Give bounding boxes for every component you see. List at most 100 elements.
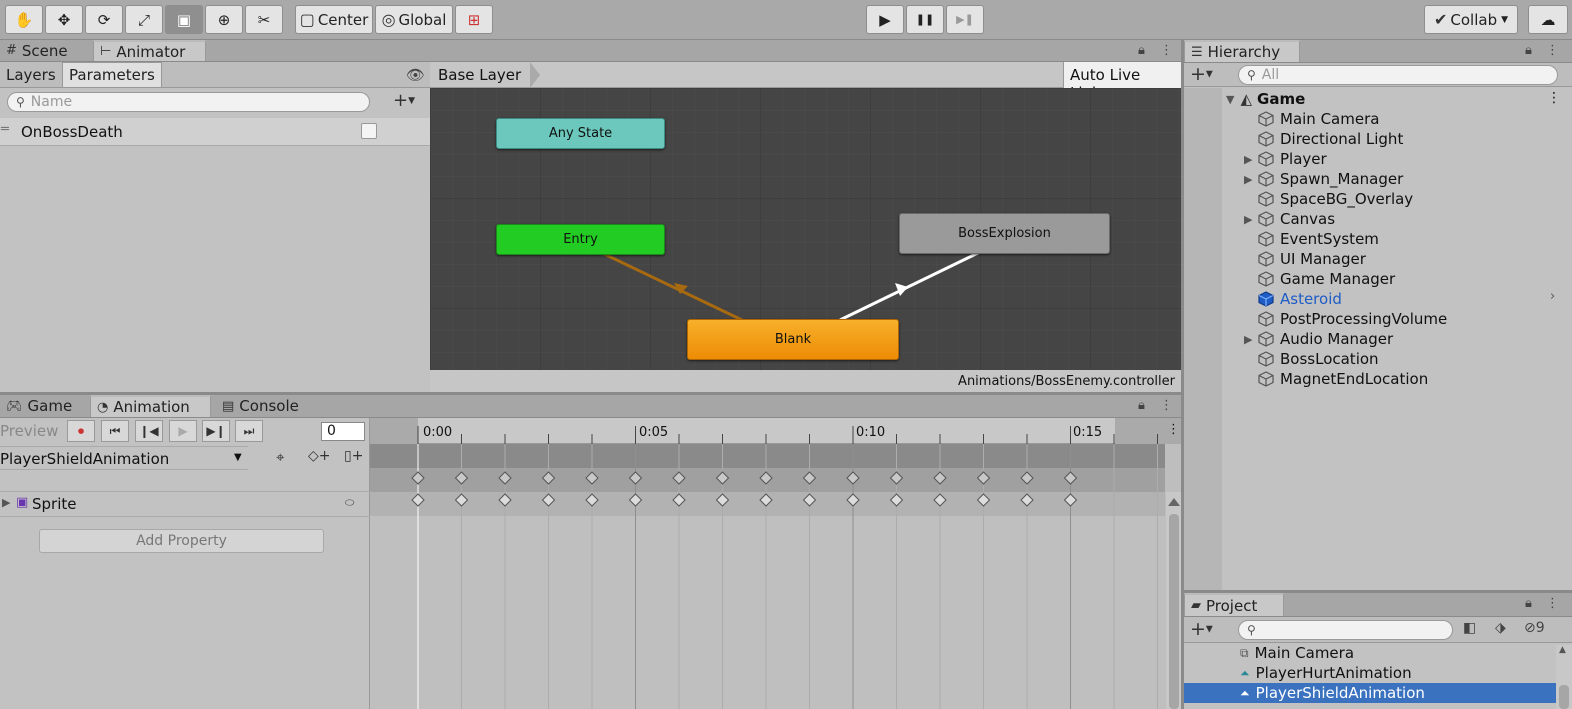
timeline[interactable]: 0:00 0:05 0:10 0:15 ⋮ bbox=[370, 418, 1181, 709]
rect-tool-icon[interactable]: ▣ bbox=[165, 5, 203, 34]
node-entry[interactable]: Entry bbox=[496, 224, 665, 255]
node-boss-explosion[interactable]: BossExplosion bbox=[899, 213, 1110, 254]
hierarchy-search-input[interactable]: ⚲ All bbox=[1238, 65, 1558, 85]
tab-project[interactable]: ▰ Project bbox=[1184, 593, 1284, 616]
lock-icon[interactable]: 🔒︎ bbox=[1138, 43, 1145, 58]
project-item[interactable]: ⏶ PlayerHurtAnimation bbox=[1184, 663, 1556, 683]
add-event-icon[interactable]: ▯+ bbox=[344, 448, 363, 464]
snap-grid-icon[interactable]: ⊞ bbox=[455, 5, 493, 34]
collab-button[interactable]: ✔ Collab ▼ bbox=[1424, 5, 1518, 34]
hierarchy-item[interactable]: SpaceBG_Overlay bbox=[1244, 189, 1413, 209]
transform-tool-icon[interactable]: ⊕ bbox=[205, 5, 243, 34]
breadcrumb[interactable]: Base Layer bbox=[438, 66, 521, 84]
expand-arrow-icon[interactable]: ▶ bbox=[2, 496, 10, 509]
pause-button[interactable]: ❚❚ bbox=[906, 5, 944, 34]
play-button[interactable]: ▶ bbox=[866, 5, 904, 34]
hierarchy-item[interactable]: Directional Light bbox=[1244, 129, 1403, 149]
project-scrollbar[interactable]: ▲ bbox=[1556, 645, 1572, 709]
hierarchy-item[interactable]: Asteroid bbox=[1244, 289, 1342, 309]
auto-live-link-button[interactable]: Auto Live Link bbox=[1063, 62, 1181, 102]
create-button[interactable]: +▼ bbox=[1190, 63, 1213, 85]
hand-tool-icon[interactable]: ✋ bbox=[5, 5, 43, 34]
cloud-button[interactable]: ☁ bbox=[1528, 5, 1568, 34]
rotate-tool-icon[interactable]: ⟳ bbox=[85, 5, 123, 34]
kebab-menu-icon[interactable]: ⋮ bbox=[1160, 43, 1173, 58]
time-ruler[interactable]: 0:00 0:05 0:10 0:15 ⋮ bbox=[370, 418, 1181, 444]
filter-by-label-icon[interactable]: ⬗ bbox=[1495, 620, 1506, 636]
project-item[interactable]: ⏶ PlayerShieldAnimation bbox=[1184, 683, 1556, 703]
kebab-menu-icon[interactable]: ⋮ bbox=[1160, 398, 1173, 413]
scroll-thumb[interactable] bbox=[1559, 685, 1569, 709]
preview-toggle[interactable]: Preview bbox=[0, 422, 58, 440]
expand-arrow-icon[interactable]: ▶ bbox=[1244, 213, 1258, 226]
lock-icon[interactable]: 🔒︎ bbox=[1138, 398, 1145, 413]
drag-handle-icon[interactable]: ═ bbox=[1, 122, 9, 137]
create-button[interactable]: +▼ bbox=[1190, 618, 1213, 640]
lock-icon[interactable]: 🔒︎ bbox=[1525, 43, 1532, 58]
expand-arrow-icon[interactable]: ▶ bbox=[1244, 173, 1258, 186]
tab-animator[interactable]: ⊢ Animator bbox=[93, 40, 206, 61]
tab-layers[interactable]: Layers bbox=[0, 62, 62, 88]
node-any-state[interactable]: Any State bbox=[496, 118, 665, 149]
scene-row[interactable]: ▼ ◭ Game bbox=[1226, 89, 1305, 109]
project-item[interactable]: ⧉ Main Camera bbox=[1184, 643, 1556, 663]
tab-console[interactable]: ▤ Console bbox=[216, 395, 305, 417]
add-parameter-button[interactable]: +▼ bbox=[393, 90, 415, 111]
tab-hierarchy[interactable]: ☰ Hierarchy bbox=[1184, 40, 1300, 62]
chevron-right-icon[interactable]: › bbox=[1550, 289, 1555, 304]
eye-icon[interactable]: 👁︎ bbox=[406, 66, 425, 84]
next-keyframe-button[interactable]: ▶❙ bbox=[202, 420, 230, 442]
trigger-checkbox[interactable] bbox=[361, 123, 377, 139]
tab-animation[interactable]: ◔ Animation bbox=[90, 395, 211, 417]
pivot-rotation-button[interactable]: ◎ Global bbox=[375, 5, 453, 34]
kebab-menu-icon[interactable]: ⋮ bbox=[1546, 596, 1559, 611]
filter-by-type-icon[interactable]: ◧ bbox=[1463, 620, 1476, 636]
project-search-input[interactable]: ⚲ bbox=[1238, 620, 1453, 640]
pivot-mode-button[interactable]: ▢ Center bbox=[295, 5, 373, 34]
node-blank[interactable]: Blank bbox=[687, 319, 899, 360]
hierarchy-item[interactable]: Main Camera bbox=[1244, 109, 1379, 129]
scale-tool-icon[interactable]: ⤢ bbox=[125, 5, 163, 34]
property-options-icon[interactable]: ⬭ bbox=[345, 496, 354, 510]
step-button[interactable]: ▶❚ bbox=[946, 5, 984, 34]
hierarchy-item[interactable]: BossLocation bbox=[1244, 349, 1379, 369]
hierarchy-item[interactable]: ▶ Canvas bbox=[1244, 209, 1335, 229]
hierarchy-item[interactable]: PostProcessingVolume bbox=[1244, 309, 1447, 329]
scroll-up-icon[interactable]: ▲ bbox=[1559, 645, 1566, 655]
first-keyframe-button[interactable]: ⏮ bbox=[101, 420, 129, 442]
parameter-search-input[interactable]: ⚲ Name bbox=[7, 92, 370, 112]
record-button[interactable]: ⏺ bbox=[67, 420, 95, 442]
hierarchy-item[interactable]: ▶ Player bbox=[1244, 149, 1327, 169]
lock-icon[interactable]: 🔒︎ bbox=[1525, 596, 1532, 611]
tab-scene[interactable]: # Scene bbox=[0, 40, 74, 61]
add-keyframe-icon[interactable]: ◇+ bbox=[308, 448, 331, 464]
hierarchy-item[interactable]: ▶ Audio Manager bbox=[1244, 329, 1393, 349]
crosshair-icon[interactable]: ⌖ bbox=[276, 448, 284, 466]
sprite-property-row[interactable]: ▶ ▣ Sprite ⬭ bbox=[0, 491, 370, 517]
move-tool-icon[interactable]: ✥ bbox=[45, 5, 83, 34]
hierarchy-item[interactable]: MagnetEndLocation bbox=[1244, 369, 1428, 389]
kebab-menu-icon[interactable]: ⋮ bbox=[1546, 43, 1559, 58]
previous-keyframe-button[interactable]: ❙◀ bbox=[135, 420, 163, 442]
dopesheet[interactable] bbox=[370, 444, 1181, 709]
parameter-row[interactable]: ═ OnBossDeath bbox=[0, 118, 430, 146]
kebab-menu-icon[interactable]: ⋮ bbox=[1167, 422, 1180, 437]
hierarchy-item[interactable]: Game Manager bbox=[1244, 269, 1395, 289]
animator-graph[interactable]: Base Layer Auto Live Link Any State Entr… bbox=[430, 62, 1181, 392]
tab-parameters[interactable]: Parameters bbox=[62, 62, 162, 88]
add-property-button[interactable]: Add Property bbox=[39, 529, 324, 553]
hierarchy-item[interactable]: UI Manager bbox=[1244, 249, 1366, 269]
hierarchy-item[interactable]: EventSystem bbox=[1244, 229, 1379, 249]
custom-tool-icon[interactable]: ✂ bbox=[245, 5, 283, 34]
expand-arrow-icon[interactable]: ▶ bbox=[1244, 153, 1258, 166]
expand-arrow-icon[interactable]: ▼ bbox=[1226, 93, 1234, 106]
hierarchy-item[interactable]: ▶ Spawn_Manager bbox=[1244, 169, 1403, 189]
play-animation-button[interactable]: ▶ bbox=[169, 420, 197, 442]
kebab-menu-icon[interactable]: ⋮ bbox=[1547, 90, 1561, 106]
tab-game[interactable]: 🎮︎ Game bbox=[0, 395, 78, 417]
expand-arrow-icon[interactable]: ▶ bbox=[1244, 333, 1258, 346]
hidden-eye-icon[interactable]: ⊘9 bbox=[1524, 620, 1545, 636]
frame-input[interactable]: 0 bbox=[321, 422, 365, 441]
clip-dropdown[interactable]: PlayerShieldAnimation ▼ bbox=[0, 446, 248, 470]
last-keyframe-button[interactable]: ⏭ bbox=[235, 420, 263, 442]
